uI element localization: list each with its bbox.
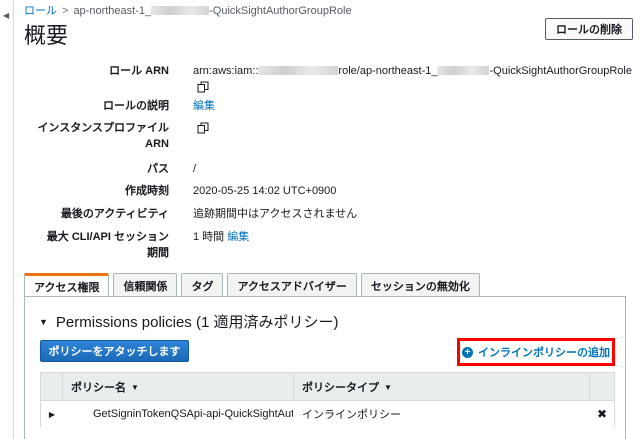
policy-name-cell[interactable]: GetSigninTokenQSApi-api-QuickSightAut bbox=[93, 401, 293, 427]
last-activity-value: 追跡期間中はアクセスされません bbox=[193, 208, 358, 220]
copy-instance-profile-button[interactable] bbox=[197, 122, 209, 139]
role-tabs: アクセス権限 信頼関係 タグ アクセスアドバイザー セッションの無効化 bbox=[24, 273, 484, 297]
instance-profile-label-line2: ARN bbox=[145, 138, 169, 150]
max-session-duration: 1 時間 bbox=[193, 231, 225, 243]
tab-trust-relationships[interactable]: 信頼関係 bbox=[113, 273, 178, 297]
max-session-label-line2: 期間 bbox=[147, 247, 169, 259]
tab-permissions[interactable]: アクセス権限 bbox=[24, 273, 110, 297]
policy-type-cell: インラインポリシー bbox=[302, 409, 401, 421]
copy-arn-button[interactable] bbox=[197, 81, 209, 98]
redacted-text bbox=[151, 6, 210, 15]
redacted-text bbox=[258, 66, 339, 75]
add-inline-policy-button[interactable]: + インラインポリシーの追加 bbox=[457, 338, 615, 366]
creation-time-label: 作成時刻 bbox=[125, 185, 169, 197]
column-header-policy-type[interactable]: ポリシータイプ ▼ bbox=[294, 373, 590, 401]
page-title: 概要 bbox=[24, 23, 69, 48]
expand-row-icon[interactable]: ▶ bbox=[41, 401, 63, 427]
column-label: ポリシー名 bbox=[71, 382, 126, 394]
role-arn-prefix: arn:aws:iam:: bbox=[193, 65, 259, 77]
policies-table: ポリシー名 ▼ ポリシータイプ ▼ ▶ GetSigninTokenQSApi-ap… bbox=[40, 372, 615, 427]
tab-tags[interactable]: タグ bbox=[181, 273, 224, 297]
permissions-policies-header[interactable]: ▼ Permissions policies (1 適用済みポリシー) bbox=[39, 311, 338, 332]
copy-icon[interactable] bbox=[197, 81, 209, 93]
plus-circle-icon: + bbox=[462, 346, 473, 358]
creation-time-value: 2020-05-25 14:02 UTC+0900 bbox=[193, 185, 337, 197]
redacted-text bbox=[437, 66, 490, 75]
caret-left-icon[interactable]: ◀ bbox=[3, 11, 9, 20]
instance-profile-label: インスタンスプロファイル ARN bbox=[0, 120, 169, 152]
copy-icon[interactable] bbox=[197, 122, 209, 134]
caret-down-icon[interactable]: ▼ bbox=[39, 317, 48, 327]
add-inline-policy-label: インラインポリシーの追加 bbox=[478, 347, 610, 359]
breadcrumb: ロール > ap-northeast-1_ -QuickSightAuthorGrou… bbox=[24, 2, 352, 18]
table-header: ポリシー名 ▼ ポリシータイプ ▼ bbox=[40, 372, 615, 401]
column-header-policy-name[interactable]: ポリシー名 ▼ bbox=[63, 373, 294, 401]
path-label: パス bbox=[147, 163, 169, 175]
table-row: ▶ GetSigninTokenQSApi-api-QuickSightAut … bbox=[40, 401, 615, 427]
sort-down-icon: ▼ bbox=[131, 382, 139, 392]
path-value: / bbox=[193, 163, 197, 175]
role-arn-label: ロール ARN bbox=[109, 65, 169, 77]
breadcrumb-current-suffix: -QuickSightAuthorGroupRole bbox=[209, 5, 352, 17]
role-arn-middle: role/ap-northeast-1_ bbox=[338, 65, 438, 77]
tab-access-advisor[interactable]: アクセスアドバイザー bbox=[227, 273, 357, 297]
delete-role-button[interactable]: ロールの削除 bbox=[545, 18, 633, 40]
role-arn-suffix: -QuickSightAuthorGroupRole bbox=[489, 65, 632, 77]
role-arn-value: arn:aws:iam:: role/ap-northeast-1_ -QuickS… bbox=[193, 63, 632, 79]
edit-max-session-link[interactable]: 編集 bbox=[227, 231, 249, 243]
edit-description-link[interactable]: 編集 bbox=[193, 98, 215, 114]
remove-policy-icon[interactable]: ✖ bbox=[594, 401, 610, 427]
breadcrumb-current-prefix: ap-northeast-1_ bbox=[73, 5, 152, 17]
max-session-value: 1 時間 編集 bbox=[193, 229, 249, 245]
breadcrumb-separator: > bbox=[62, 5, 69, 17]
column-label: ポリシータイプ bbox=[302, 382, 379, 394]
max-session-label-line1: 最大 CLI/API セッション bbox=[46, 231, 169, 243]
expand-column-header bbox=[41, 373, 63, 401]
sort-down-icon: ▼ bbox=[384, 382, 392, 392]
permissions-policies-title: Permissions policies (1 適用済みポリシー) bbox=[55, 314, 339, 331]
role-description-label: ロールの説明 bbox=[103, 100, 169, 112]
permissions-panel: ▼ Permissions policies (1 適用済みポリシー) ポリシー… bbox=[24, 296, 626, 439]
last-activity-label: 最後のアクティビティ bbox=[60, 208, 169, 220]
breadcrumb-roles-link[interactable]: ロール bbox=[24, 5, 57, 17]
tab-revoke-sessions[interactable]: セッションの無効化 bbox=[360, 273, 480, 297]
attach-policies-button[interactable]: ポリシーをアタッチします bbox=[40, 340, 189, 362]
instance-profile-label-line1: インスタンスプロファイル bbox=[37, 122, 169, 134]
max-session-label: 最大 CLI/API セッション 期間 bbox=[0, 229, 169, 261]
